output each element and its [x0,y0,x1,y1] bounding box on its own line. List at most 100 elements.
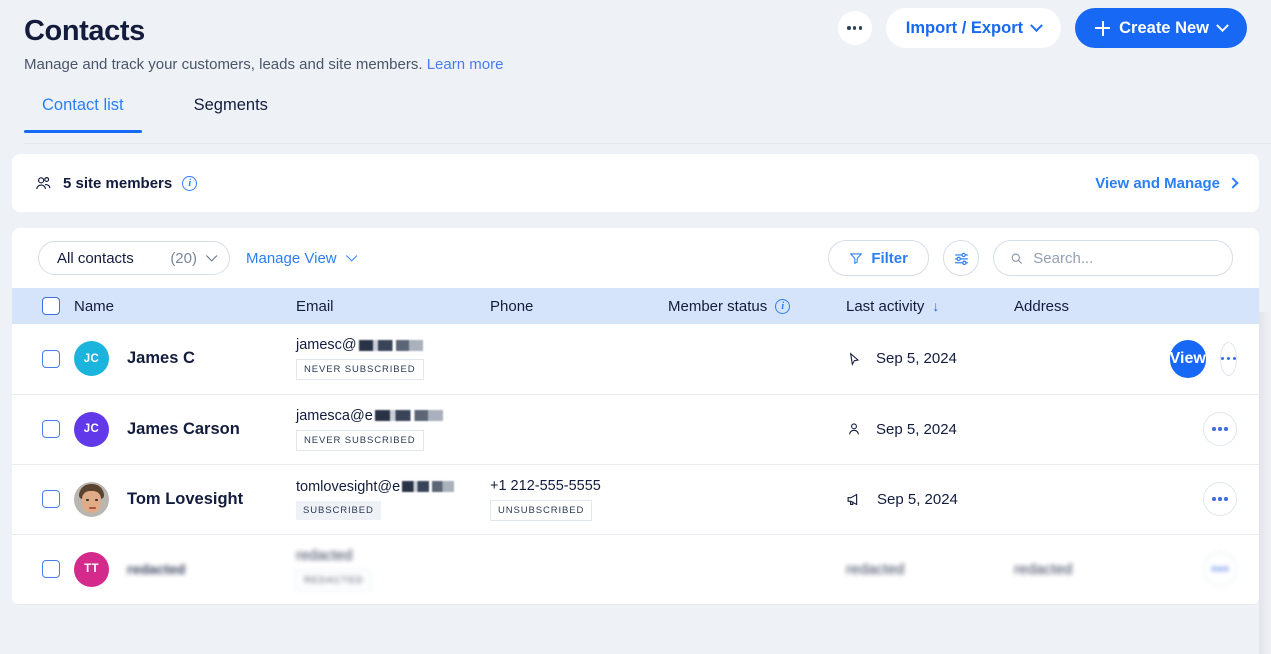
tab-segments-label: Segments [193,96,268,114]
members-icon [36,176,51,189]
email-status-badge: REDACTED [296,569,372,591]
contact-name: Tom Lovesight [127,489,244,508]
header-phone[interactable]: Phone [490,288,668,324]
funnel-icon [849,253,863,265]
header-address-label: Address [1014,297,1070,315]
row-checkbox[interactable] [42,420,60,438]
header-actions: Import / Export Create New [837,8,1247,48]
contact-email: redacted [296,547,353,564]
table-row[interactable]: JC James C jamesc@ NEVER SUBSCRIBED Sep … [12,324,1259,394]
person-icon [849,423,859,435]
view-button[interactable]: View [1169,339,1206,378]
learn-more-link[interactable]: Learn more [427,56,504,73]
tab-contact-list[interactable]: Contact list [24,86,142,133]
chevron-down-icon [1216,18,1229,32]
select-all-checkbox[interactable] [42,297,60,315]
chevron-down-icon [206,250,218,262]
info-icon[interactable]: i [775,298,791,314]
contact-name: redacted [127,561,186,577]
redacted-email-icon [374,410,443,422]
search-input[interactable] [1033,249,1216,267]
view-and-manage-link[interactable]: View and Manage [1095,175,1239,192]
header-member-status-label: Member status [668,297,768,315]
avatar-initials: TT [84,563,99,575]
row-activity-cell: Sep 5, 2024 [846,464,1014,534]
phone-status-badge: UNSUBSCRIBED [490,499,593,521]
avatar: JC [74,411,109,447]
row-email-cell: jamesc@ NEVER SUBSCRIBED [296,324,490,394]
row-checkbox[interactable] [42,560,60,578]
import-export-label: Import / Export [905,18,1024,37]
row-menu-button[interactable] [1203,552,1237,586]
avatar: JC [74,341,109,377]
ellipsis-icon [1212,427,1228,431]
table-header-row: Name Email Phone Member status i Last ac… [12,288,1259,324]
contact-phone: +1 212-555-5555 [490,477,601,494]
contact-email: tomlovesight@e [296,478,401,495]
search-box[interactable] [993,240,1233,276]
header-last-activity[interactable]: Last activity ↓ [846,288,1014,324]
toolbar-right: Filter [828,240,1233,276]
last-activity-date: redacted [846,560,905,578]
tab-contact-list-label: Contact list [42,96,124,114]
page-header: Contacts Manage and track your customers… [0,0,1271,86]
view-select-label: All contacts [57,249,134,267]
header-address[interactable]: Address [1014,288,1194,324]
row-phone-cell [490,394,668,464]
table-body: JC James C jamesc@ NEVER SUBSCRIBED Sep … [12,324,1259,604]
tab-segments[interactable]: Segments [176,86,286,133]
row-actions-cell [1194,534,1259,604]
row-member-status-cell [668,324,846,394]
row-name-cell: JC James C [74,324,296,394]
create-new-button[interactable]: Create New [1075,8,1247,48]
ellipsis-icon [847,26,863,30]
header-email[interactable]: Email [296,288,490,324]
table-head: Name Email Phone Member status i Last ac… [12,288,1259,324]
header-actions [1194,288,1259,324]
row-actions-cell [1194,464,1259,534]
table-right-edge-shadow [1259,312,1271,654]
table-row[interactable]: Tom Lovesight tomlovesight@e SUBSCRIBED … [12,464,1259,534]
row-menu-button[interactable] [1203,412,1237,446]
cursor-click-icon [849,352,860,366]
header-member-status[interactable]: Member status i [668,288,846,324]
row-address-cell [1014,394,1194,464]
view-select-count: (20) [170,249,197,267]
filter-label: Filter [871,249,908,267]
row-address-cell [1014,324,1194,394]
view-select[interactable]: All contacts (20) [38,241,230,275]
row-menu-button[interactable] [1219,341,1237,376]
filter-button[interactable]: Filter [828,240,929,276]
sort-descending-icon: ↓ [932,298,940,314]
row-email-cell: jamesca@e NEVER SUBSCRIBED [296,394,490,464]
avatar-initials: JC [83,423,100,435]
row-name-cell: JC James Carson [74,394,296,464]
info-icon[interactable]: i [182,175,198,191]
manage-view-button[interactable]: Manage View [246,250,357,267]
column-settings-button[interactable] [943,240,979,276]
header-name[interactable]: Name [74,288,296,324]
email-status-badge: NEVER SUBSCRIBED [296,359,424,381]
redacted-email-icon [402,481,455,493]
row-email-cell: redacted REDACTED [296,534,490,604]
site-members-info: 5 site members i [34,174,198,193]
header-phone-label: Phone [490,297,534,315]
avatar [74,481,109,517]
table-row[interactable]: JC James Carson jamesca@e NEVER SUBSCRIB… [12,394,1259,464]
contacts-table: Name Email Phone Member status i Last ac… [12,288,1259,605]
row-member-status-cell [668,394,846,464]
email-status-badge: SUBSCRIBED [296,500,381,520]
chevron-down-icon [345,250,357,262]
table-row[interactable]: TT redacted redacted REDACTED redacted r… [12,534,1259,604]
last-activity-date: Sep 5, 2024 [877,490,958,508]
row-checkbox[interactable] [42,349,60,368]
more-options-button[interactable] [837,11,872,45]
row-checkbox[interactable] [42,490,60,508]
site-members-label: 5 site members [63,174,173,192]
row-menu-button[interactable] [1203,482,1237,516]
page-subtitle-text: Manage and track your customers, leads a… [24,56,423,73]
contact-email: jamesca@e [296,407,373,424]
contacts-table-card: All contacts (20) Manage View Filter Sea… [12,228,1259,605]
row-actions-cell: View [1169,324,1259,394]
import-export-button[interactable]: Import / Export [885,8,1062,48]
